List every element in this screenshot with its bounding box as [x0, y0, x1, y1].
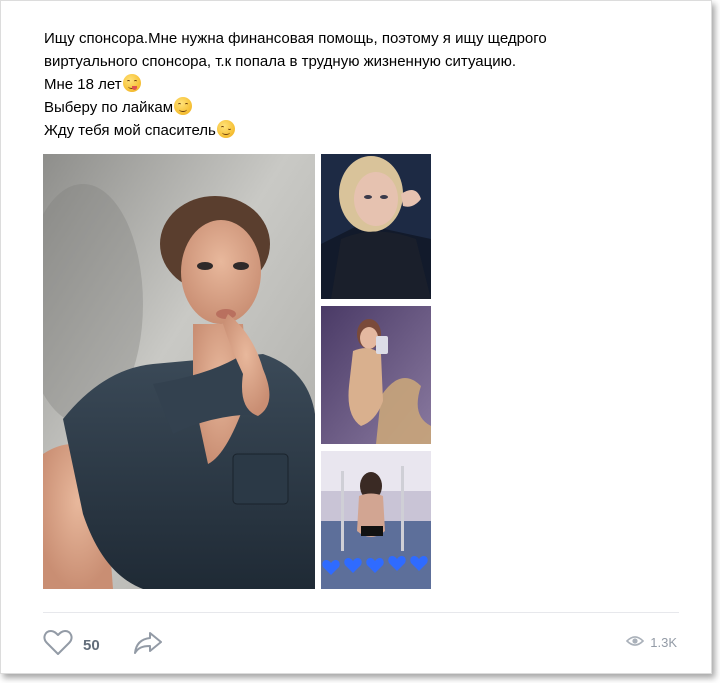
post-actions: 50 — [43, 629, 163, 661]
post-text: Ищу спонсора.Мне нужна финансовая помощь… — [44, 27, 644, 142]
post-text-line-3: Мне 18 лет — [44, 73, 644, 96]
face-savoring-food-emoji — [122, 74, 141, 92]
photo-2[interactable] — [321, 306, 431, 444]
heart-icon — [43, 629, 73, 661]
winking-face-emoji — [216, 120, 235, 138]
photo-main[interactable] — [43, 154, 315, 589]
post-text-line-2: виртуального спонсора, т.к попала в труд… — [44, 53, 517, 70]
photo-2-image — [321, 306, 431, 444]
photo-1-image — [321, 154, 431, 299]
post-text-line-4-text: Выберу по лайкам — [44, 99, 174, 116]
views-count: 1.3K — [650, 635, 677, 650]
post-text-line-1: Ищу спонсора.Мне нужна финансовая помощь… — [44, 30, 547, 47]
photo-1[interactable] — [321, 154, 431, 299]
footer-divider — [43, 612, 679, 613]
post-text-line-4: Выберу по лайкам — [44, 96, 644, 119]
photo-3-image — [321, 451, 431, 589]
share-button[interactable] — [133, 631, 163, 660]
share-arrow-icon — [133, 631, 163, 660]
post-text-line-5: Жду тебя мой спаситель — [44, 119, 644, 142]
photo-main-image — [43, 154, 315, 589]
post-card: Ищу спонсора.Мне нужна финансовая помощь… — [0, 0, 712, 674]
photo-3[interactable] — [321, 451, 431, 589]
post-text-line-3-text: Мне 18 лет — [44, 76, 122, 93]
eye-icon — [626, 635, 645, 650]
views-counter: 1.3K — [626, 635, 677, 650]
like-button[interactable]: 50 — [43, 629, 100, 661]
post-text-line-5-text: Жду тебя мой спаситель — [44, 122, 216, 139]
like-count: 50 — [83, 636, 100, 654]
relieved-face-emoji — [174, 97, 193, 115]
